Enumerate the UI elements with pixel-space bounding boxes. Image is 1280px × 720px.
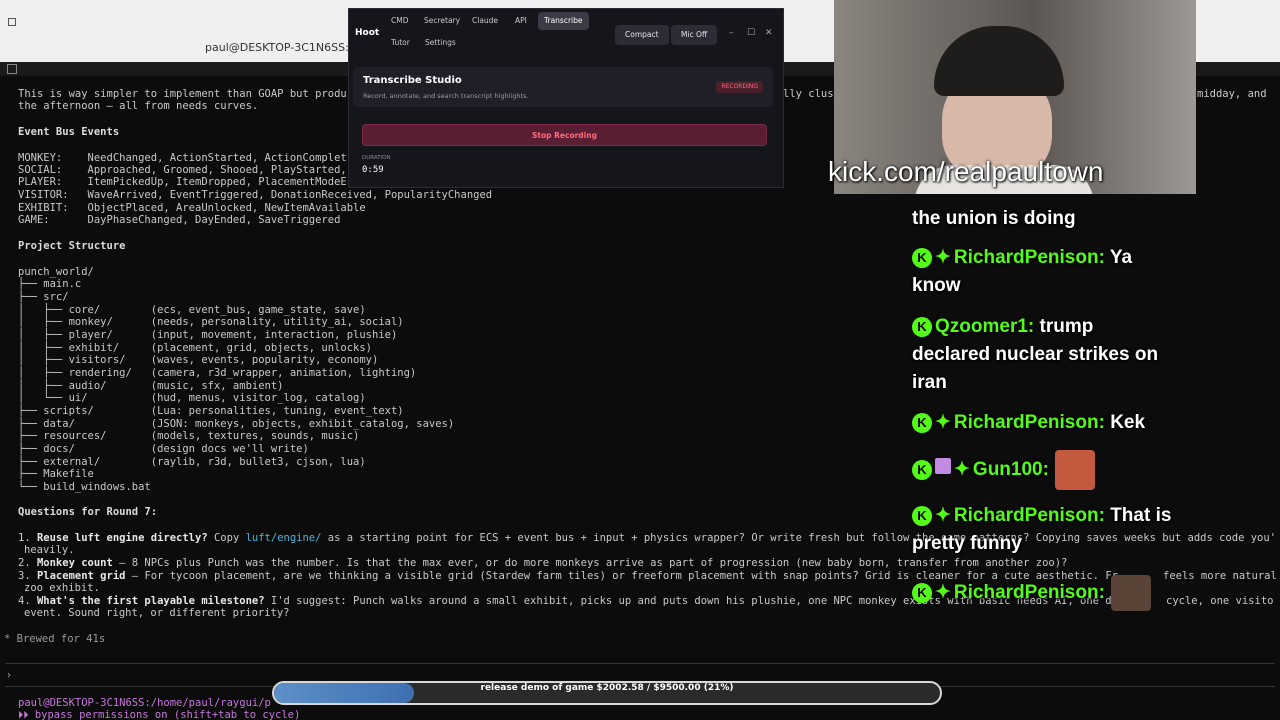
terminal-line: SOCIAL: Approached, Groomed, Shooed, Pla…: [18, 164, 347, 176]
terminal-line: the afternoon — all from needs curves.: [18, 100, 259, 112]
terminal-line: VISITOR: WaveArrived, EventTriggered, Do…: [18, 189, 493, 201]
terminal-line: EXHIBIT: ObjectPlaced, AreaUnlocked, New…: [18, 202, 366, 214]
recording-badge: RECORDING: [716, 81, 763, 93]
diamond-badge-icon: ✦: [954, 459, 970, 481]
chat-text: the union is doing: [912, 208, 1076, 229]
chat-text: Kek: [1110, 412, 1146, 433]
path-link[interactable]: luft/engine/: [246, 532, 322, 544]
tree-line: │ ├── rendering/ (camera, r3d_wrapper, a…: [18, 367, 417, 379]
transcribe-studio-card: Transcribe Studio Record, annotate, and …: [353, 67, 773, 107]
tree-line: ├── src/: [18, 291, 69, 303]
chat-message: K ✦ RichardPenison: Ya know: [912, 244, 1172, 300]
tree-line: │ ├── player/ (input, movement, interact…: [18, 329, 398, 341]
diamond-badge-icon: ✦: [935, 505, 951, 526]
terminal-line: This is way simpler to implement than GO…: [18, 88, 347, 100]
split-pane-icon[interactable]: [7, 64, 17, 74]
chat-username: RichardPenison:: [953, 582, 1105, 604]
tab-secretary[interactable]: Secretary: [418, 12, 466, 30]
chat-message: K Qzoomer1: trump declared nuclear strike…: [912, 313, 1172, 397]
question-1-cont: heavily.: [24, 544, 75, 556]
terminal-line: MONKEY: NeedChanged, ActionStarted, Acti…: [18, 152, 347, 164]
chat-message: K ✦ Gun100:: [912, 450, 1172, 490]
prompt-path: paul@DESKTOP-3C1N6SS:/home/paul/raygui/p: [18, 697, 271, 709]
chat-username: Qzoomer1:: [935, 316, 1035, 337]
face-emote-icon: [1110, 575, 1151, 611]
section-heading-structure: Project Structure: [18, 240, 126, 252]
gift-badge-icon: [935, 458, 951, 475]
tab-transcribe[interactable]: Transcribe: [538, 12, 589, 30]
terminal-line: midday, and: [1197, 88, 1267, 100]
duration-value: 0:59: [362, 165, 384, 175]
close-icon[interactable]: ✕: [765, 28, 773, 38]
card-title: Transcribe Studio: [363, 75, 462, 86]
donation-goal-bar: release demo of game $2002.58 / $9500.00…: [272, 681, 942, 705]
tree-line: │ ├── visitors/ (waves, events, populari…: [18, 354, 379, 366]
section-heading-questions: Questions for Round 7:: [18, 506, 158, 518]
tab-settings[interactable]: Settings: [419, 34, 462, 52]
question-4-cont: event. Sound right, or different priorit…: [24, 607, 290, 619]
chat-username: RichardPenison:: [953, 247, 1105, 268]
terminal-line: lly clus: [783, 88, 834, 100]
kick-badge-icon: K: [912, 583, 932, 604]
chat-message: K ✦ RichardPenison:: [912, 575, 1192, 611]
chat-message: K ✦ RichardPenison: That is pretty funny: [912, 502, 1172, 558]
question-3-cont: zoo exhibit.: [24, 582, 100, 594]
tree-line: ├── resources/ (models, textures, sounds…: [18, 430, 360, 442]
compact-button[interactable]: Compact: [615, 25, 669, 45]
kick-badge-icon: K: [912, 248, 932, 268]
tree-line: ├── main.c: [18, 278, 82, 290]
tree-line: punch_world/: [18, 266, 94, 278]
prompt-divider: [5, 663, 1275, 664]
tab-cmd[interactable]: CMD: [385, 12, 414, 30]
minimize-icon[interactable]: –: [729, 28, 734, 38]
kick-badge-icon: K: [912, 506, 932, 526]
diamond-badge-icon: ✦: [935, 582, 951, 604]
maximize-icon[interactable]: ☐: [747, 28, 755, 38]
tab-api[interactable]: API: [509, 12, 533, 30]
tree-line: ├── docs/ (design docs we'll write): [18, 443, 309, 455]
brewed-status: * Brewed for 41s: [4, 633, 106, 645]
kick-badge-icon: K: [912, 460, 932, 481]
kick-badge-icon: K: [912, 317, 932, 337]
tree-line: ├── data/ (JSON: monkeys, objects, exhib…: [18, 418, 455, 430]
tree-line: ├── scripts/ (Lua: personalities, tuning…: [18, 405, 404, 417]
tree-line: │ └── ui/ (hud, menus, visitor_log, cata…: [18, 392, 366, 404]
tab-claude[interactable]: Claude: [466, 12, 504, 30]
terminal-line: GAME: DayPhaseChanged, DayEnded, SaveTri…: [18, 214, 341, 226]
channel-url: kick.com/realpaultown: [828, 156, 1104, 187]
tree-line: │ ├── core/ (ecs, event_bus, game_state,…: [18, 304, 366, 316]
tab-tutor[interactable]: Tutor: [385, 34, 416, 52]
tree-line: │ ├── exhibit/ (placement, grid, objects…: [18, 342, 373, 354]
tree-line: │ ├── audio/ (music, sfx, ambient): [18, 380, 284, 392]
section-heading-events: Event Bus Events: [18, 126, 120, 138]
chat-username: RichardPenison:: [953, 505, 1105, 526]
stop-recording-button[interactable]: Stop Recording: [362, 124, 767, 146]
kick-badge-icon: K: [912, 413, 932, 433]
terminal-tab-icon[interactable]: [8, 18, 16, 26]
bypass-permissions-status: ⏵⏵ bypass permissions on (shift+tab to c…: [18, 709, 301, 720]
tree-line: └── build_windows.bat: [18, 481, 151, 493]
hoot-app-window: Hoot CMD Secretary Claude API Transcribe…: [348, 8, 784, 188]
diamond-badge-icon: ✦: [935, 412, 951, 433]
card-subtitle: Record, annotate, and search transcript …: [363, 92, 529, 100]
terminal-line: PLAYER: ItemPickedUp, ItemDropped, Place…: [18, 176, 347, 188]
diamond-badge-icon: ✦: [935, 247, 951, 268]
tree-line: │ ├── monkey/ (needs, personality, utili…: [18, 316, 404, 328]
mic-toggle-button[interactable]: Mic Off: [671, 25, 718, 45]
prompt-input[interactable]: ›: [6, 670, 12, 681]
tree-line: ├── external/ (raylib, r3d, bullet3, cjs…: [18, 456, 366, 468]
chat-username: Gun100:: [972, 459, 1049, 481]
chat-message: K ✦ RichardPenison: Kek: [912, 409, 1172, 437]
tree-line: ├── Makefile: [18, 468, 94, 480]
duration-label: DURATION: [362, 155, 391, 161]
hoot-brand: Hoot: [355, 28, 380, 38]
question-2: 2. Monkey count — 8 NPCs plus Punch was …: [18, 557, 1068, 569]
chat-username: RichardPenison:: [953, 412, 1105, 433]
donation-goal-label: release demo of game $2002.58 / $9500.00…: [480, 683, 734, 693]
face-emote-icon: [1054, 450, 1095, 490]
chat-message: the union is doing: [912, 205, 1172, 233]
